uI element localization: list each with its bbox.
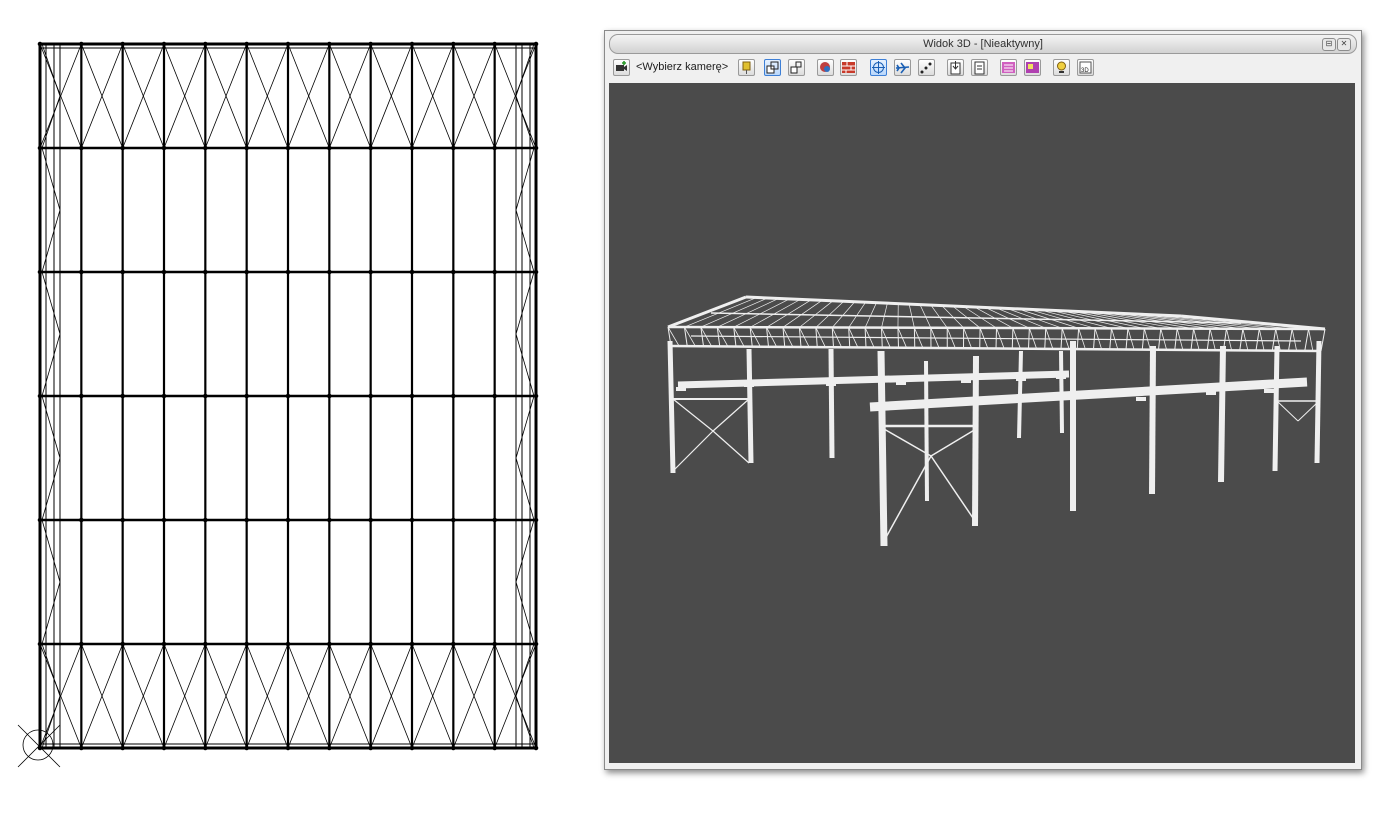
layers-icon[interactable] — [1000, 59, 1017, 76]
view-toolbar: <Wybierz kamerę> 3D — [609, 56, 1357, 80]
perspective-projection-icon[interactable] — [788, 59, 805, 76]
wall-texture-icon[interactable] — [840, 59, 857, 76]
plan-view-drawing[interactable] — [0, 0, 560, 800]
print-view-icon[interactable] — [971, 59, 988, 76]
window-title: Widok 3D - [Nieaktywny] — [923, 38, 1043, 50]
parallel-projection-icon[interactable] — [764, 59, 781, 76]
window-titlebar[interactable]: Widok 3D - [Nieaktywny] ⊟ ✕ — [609, 34, 1357, 54]
building-frame-model — [667, 295, 1326, 547]
add-camera-icon[interactable] — [613, 59, 630, 76]
close-button[interactable]: ✕ — [1337, 38, 1351, 51]
export-view-icon[interactable] — [947, 59, 964, 76]
pin-icon[interactable] — [738, 59, 755, 76]
3d-view-window: Widok 3D - [Nieaktywny] ⊟ ✕ <Wybierz kam… — [604, 30, 1362, 770]
svg-text:3D: 3D — [1081, 68, 1089, 74]
render-mode-icon[interactable] — [817, 59, 834, 76]
3d-viewport[interactable] — [609, 83, 1355, 763]
fly-icon[interactable] — [894, 59, 911, 76]
lighting-icon[interactable] — [1053, 59, 1070, 76]
orbit-icon[interactable] — [870, 59, 887, 76]
camera-select[interactable]: <Wybierz kamerę> — [636, 61, 728, 73]
materials-icon[interactable] — [1024, 59, 1041, 76]
3d-settings-icon[interactable]: 3D — [1077, 59, 1094, 76]
walk-path-icon[interactable] — [918, 59, 935, 76]
minimize-button[interactable]: ⊟ — [1322, 38, 1336, 51]
